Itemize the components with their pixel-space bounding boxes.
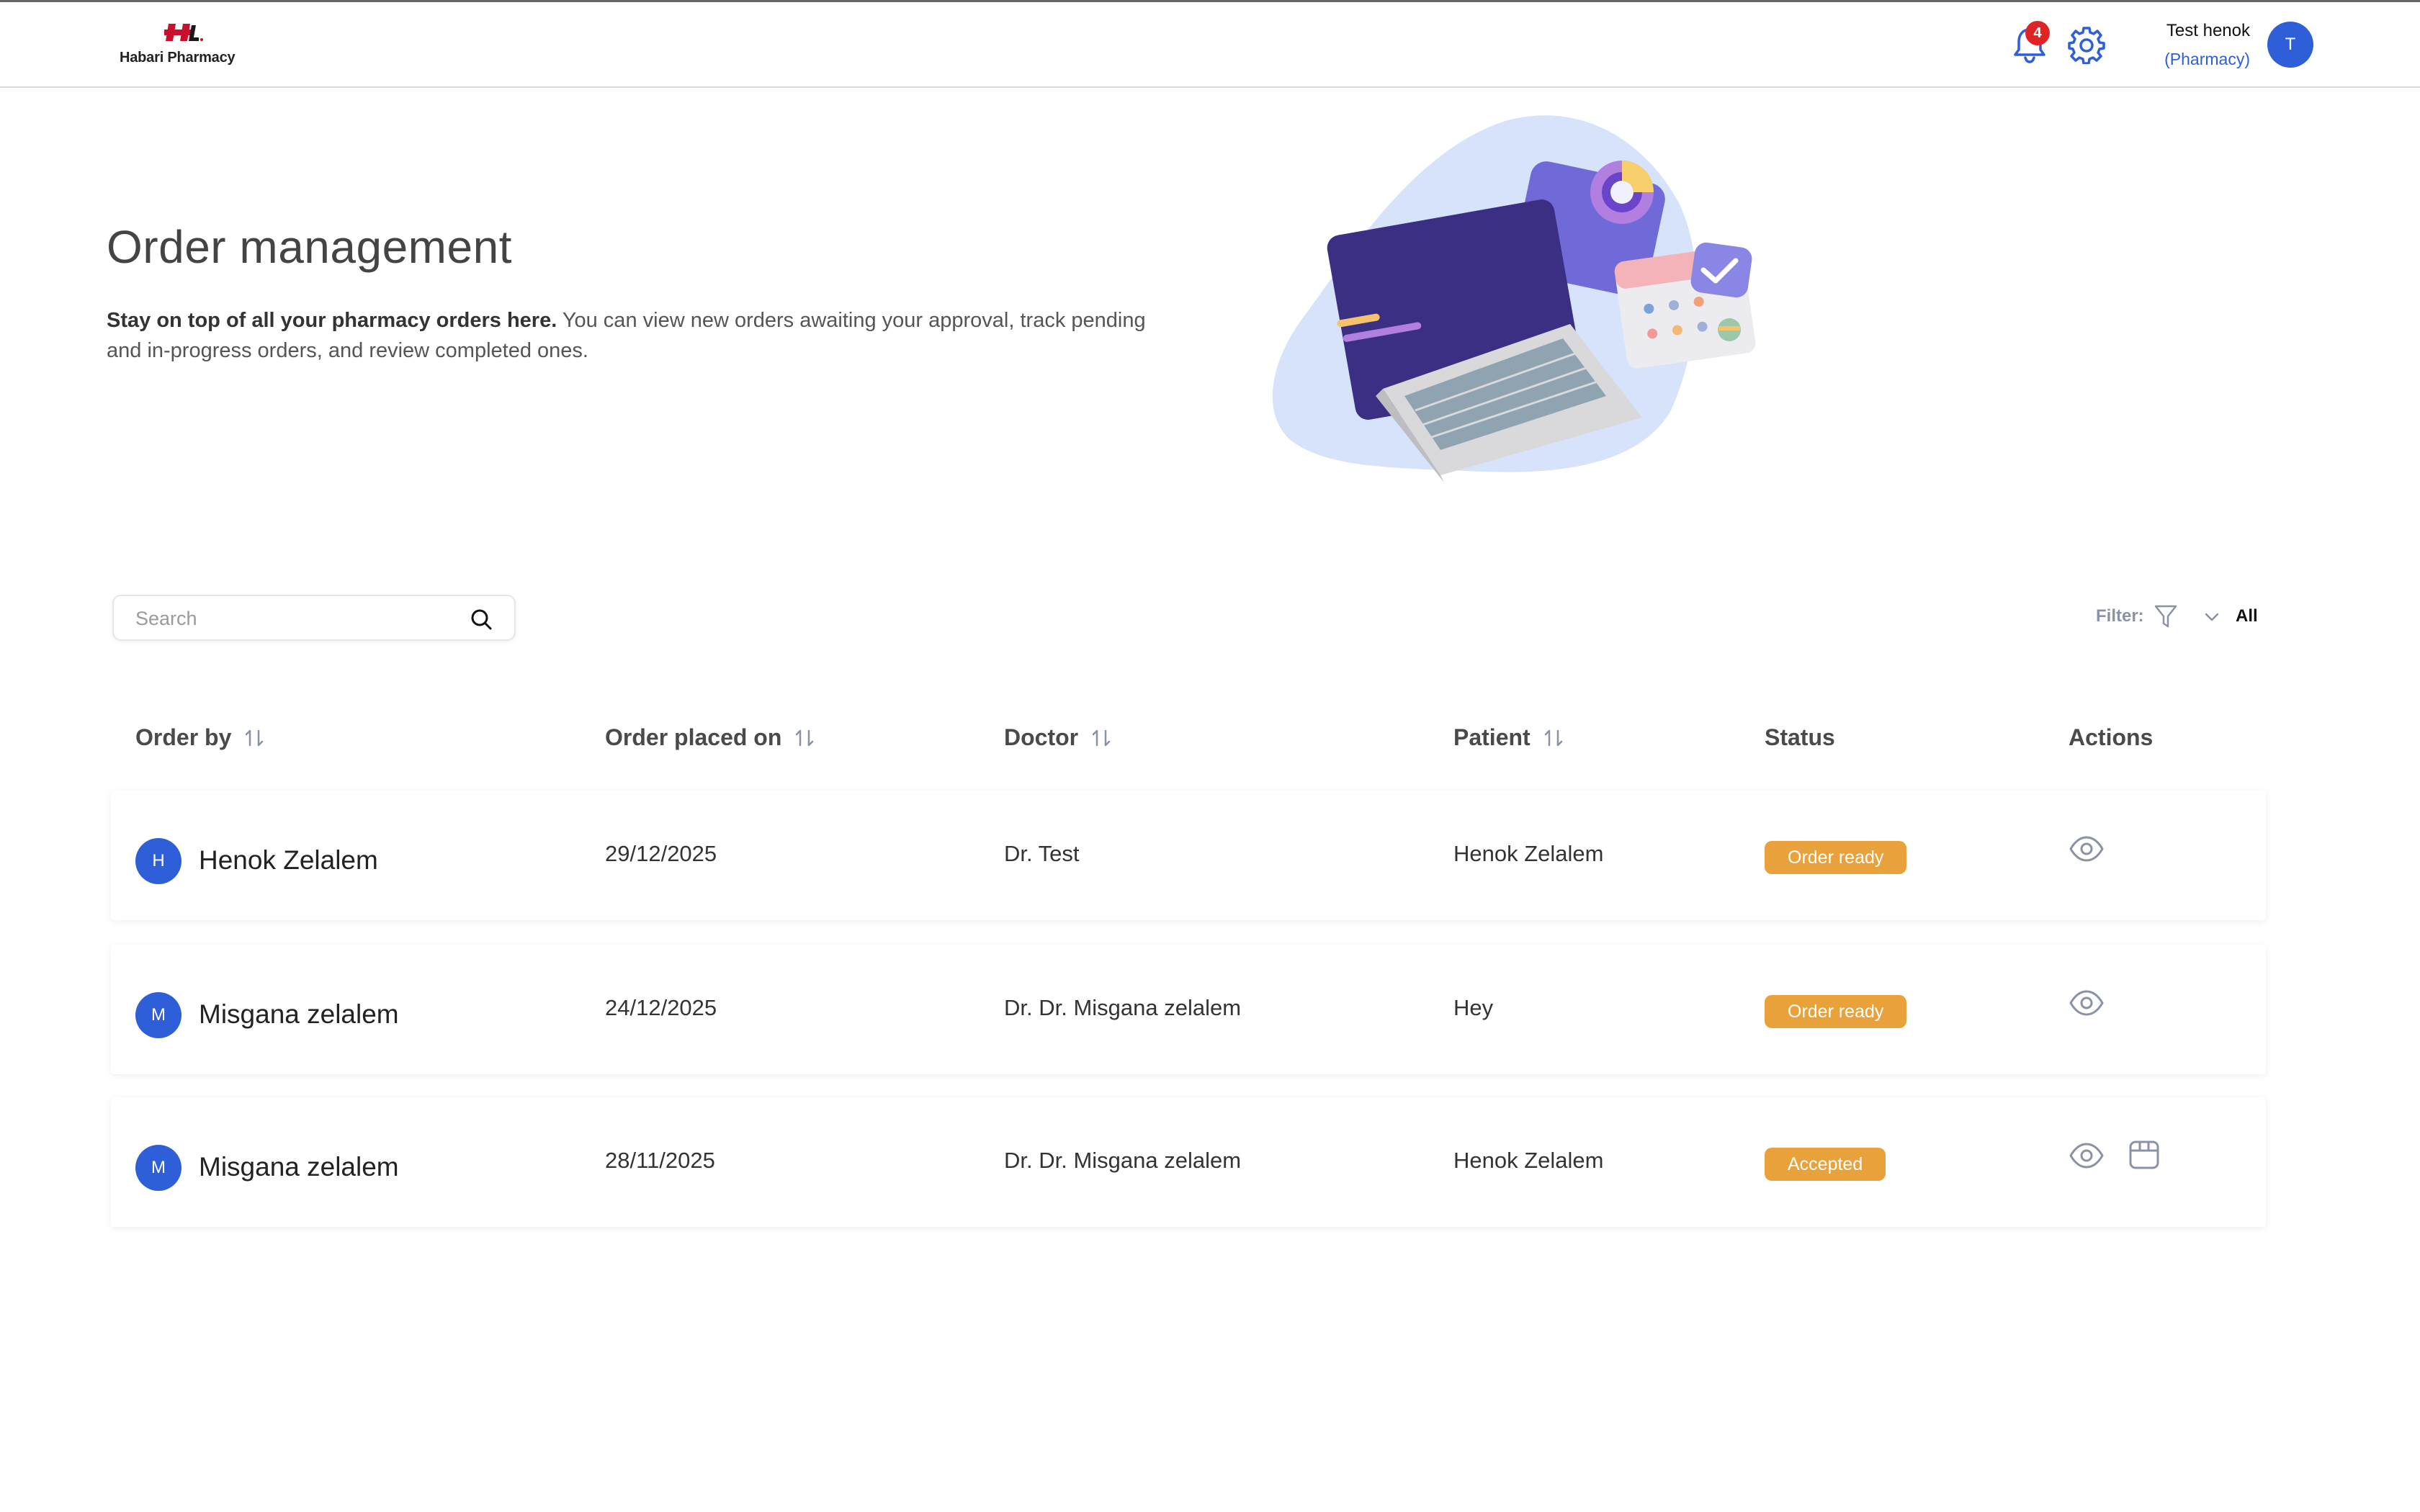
- view-eye-icon[interactable]: [2069, 831, 2105, 867]
- column-header-label: Status: [1765, 724, 1835, 750]
- sort-icon[interactable]: [243, 726, 266, 750]
- search-box: [112, 595, 516, 641]
- doctor-name: Dr. Test: [1004, 841, 1080, 866]
- patient-name: Henok Zelalem: [1453, 1148, 1604, 1173]
- brand-logo[interactable]: Habari Pharmacy: [120, 18, 249, 68]
- user-name: Test henok: [2166, 21, 2250, 40]
- row-avatar: M: [135, 1145, 182, 1191]
- status-badge: Accepted: [1765, 1148, 1886, 1181]
- logo-mark-icon: [164, 24, 203, 41]
- patient-name: Hey: [1453, 995, 1494, 1020]
- column-header-label: Actions: [2069, 724, 2154, 750]
- order-by-name: Misgana zelalem: [199, 999, 399, 1029]
- doctor-name: Dr. Dr. Misgana zelalem: [1004, 1148, 1242, 1173]
- patient-name: Henok Zelalem: [1453, 841, 1604, 866]
- column-header-actions: Actions: [2069, 724, 2153, 751]
- sort-icon[interactable]: [1090, 726, 1113, 750]
- order-by-name: Henok Zelalem: [199, 845, 378, 875]
- laptop-illustration: [1272, 115, 1756, 482]
- filter-select-value[interactable]: All: [2236, 606, 2258, 626]
- user-role: (Pharmacy): [2164, 50, 2250, 68]
- package-box-icon[interactable]: [2126, 1136, 2162, 1172]
- table-row[interactable]: M Misgana zelalem 28/11/2025 Dr. Dr. Mis…: [111, 1097, 2266, 1227]
- order-date: 28/11/2025: [605, 1148, 715, 1173]
- column-header-order-by[interactable]: Order by: [135, 724, 266, 751]
- row-avatar: H: [135, 838, 182, 884]
- notification-count-badge: 4: [2025, 21, 2050, 45]
- order-date: 29/12/2025: [605, 841, 717, 866]
- status-badge: Order ready: [1765, 841, 1907, 874]
- top-bar: Habari Pharmacy 4 Test henok (Pharmacy) …: [0, 0, 2420, 88]
- order-by-name: Misgana zelalem: [199, 1152, 399, 1182]
- view-eye-icon[interactable]: [2069, 985, 2105, 1021]
- column-header-patient[interactable]: Patient: [1453, 724, 1565, 751]
- page-description: Stay on top of all your pharmacy orders …: [107, 305, 1158, 366]
- column-header-placed-on[interactable]: Order placed on: [605, 724, 816, 751]
- chevron-down-icon[interactable]: [2202, 608, 2221, 626]
- sort-icon[interactable]: [793, 726, 816, 750]
- search-input[interactable]: [135, 603, 452, 634]
- status-badge: Order ready: [1765, 995, 1907, 1028]
- view-eye-icon[interactable]: [2069, 1138, 2105, 1174]
- row-avatar: M: [135, 992, 182, 1038]
- page-title: Order management: [107, 221, 512, 273]
- brand-name: Habari Pharmacy: [120, 50, 236, 66]
- sort-icon[interactable]: [1542, 726, 1565, 750]
- column-header-status: Status: [1765, 724, 1835, 751]
- filter-funnel-icon[interactable]: [2154, 603, 2178, 629]
- filter-label: Filter:: [2096, 606, 2144, 626]
- order-date: 24/12/2025: [605, 995, 717, 1020]
- column-header-label: Patient: [1453, 724, 1531, 750]
- column-header-label: Order by: [135, 724, 232, 750]
- user-avatar[interactable]: T: [2267, 22, 2313, 68]
- column-header-doctor[interactable]: Doctor: [1004, 724, 1113, 751]
- column-header-label: Doctor: [1004, 724, 1079, 750]
- table-row[interactable]: H Henok Zelalem 29/12/2025 Dr. Test Heno…: [111, 791, 2266, 920]
- page-description-bold: Stay on top of all your pharmacy orders …: [107, 309, 557, 332]
- table-row[interactable]: M Misgana zelalem 24/12/2025 Dr. Dr. Mis…: [111, 945, 2266, 1074]
- doctor-name: Dr. Dr. Misgana zelalem: [1004, 995, 1242, 1020]
- search-icon[interactable]: [470, 608, 493, 631]
- column-header-label: Order placed on: [605, 724, 782, 750]
- settings-gear-icon[interactable]: [2067, 25, 2106, 64]
